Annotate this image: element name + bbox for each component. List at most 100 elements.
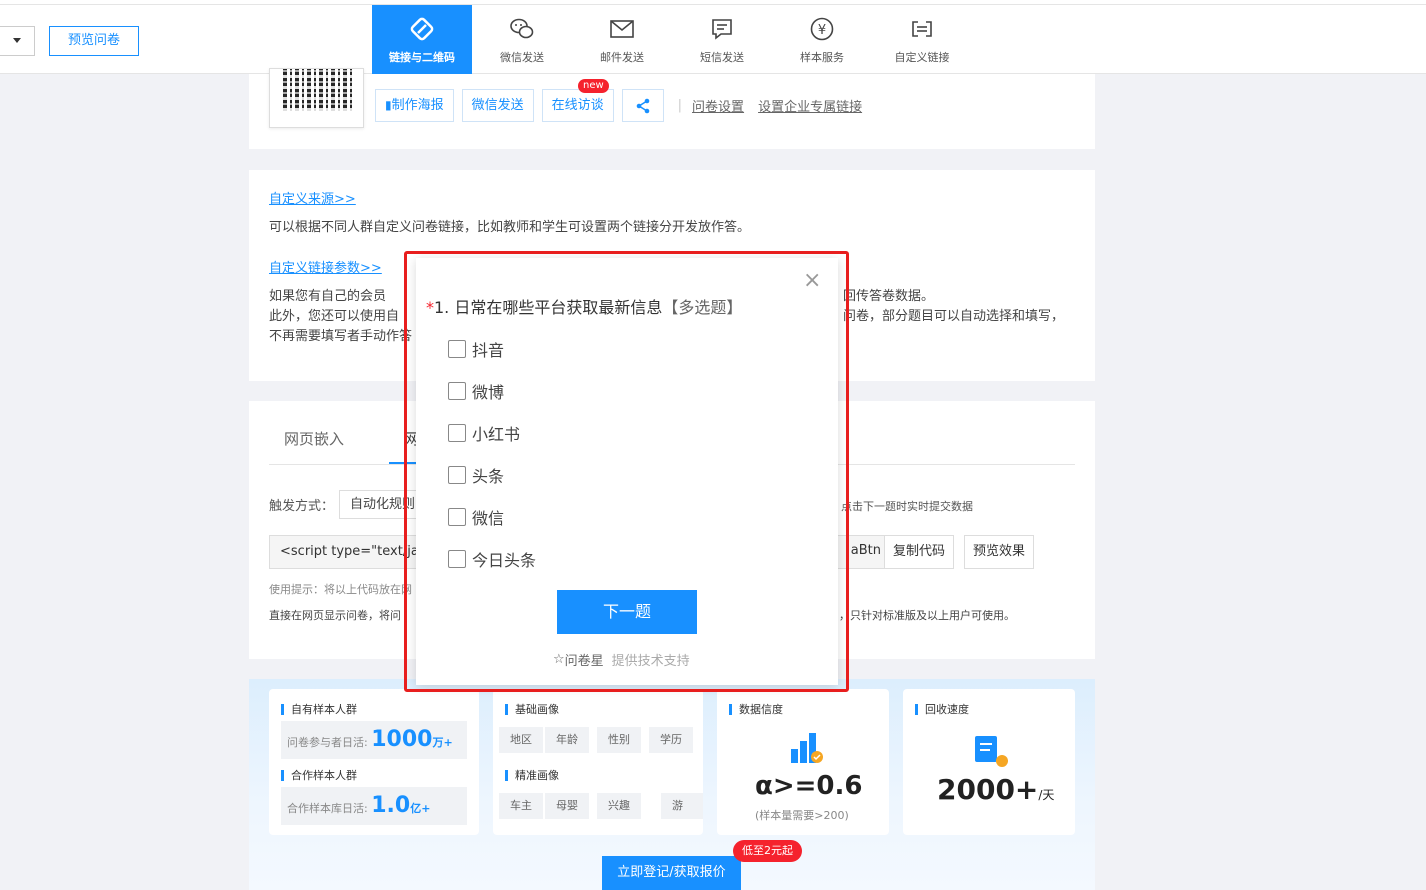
nav-label: 链接与二维码 bbox=[389, 51, 455, 64]
usage-hint: 使用提示：将以上代码放在网 bbox=[269, 583, 412, 596]
qr-code[interactable] bbox=[269, 68, 364, 128]
embed-desc-right: ，只针对标准版及以上用户可使用。 bbox=[839, 609, 1015, 622]
reliability-card: 数据信度 α>=0.6 (样本量需要>200) bbox=[717, 689, 889, 835]
register-quote-button[interactable]: 立即登记/获取报价 bbox=[602, 856, 741, 890]
brand-name: 问卷星 bbox=[564, 654, 604, 669]
close-icon[interactable]: × bbox=[803, 270, 821, 292]
partner-daily-row: 合作样本库日活: 1.0亿+ bbox=[281, 787, 467, 825]
speed-unit: /天 bbox=[1038, 788, 1055, 802]
trigger-note: 点击下一题时实时提交数据 bbox=[841, 500, 973, 513]
document-speed-icon bbox=[975, 736, 1008, 767]
question-title: *1. 日常在哪些平台获取最新信息【多选题】 bbox=[426, 294, 742, 318]
tag-age: 年龄 bbox=[545, 727, 589, 753]
custom-source-desc: 可以根据不同人群自定义问卷链接，比如教师和学生可设置两个链接分开发放作答。 bbox=[269, 220, 751, 235]
own-daily-row: 问卷参与者日活: 1000万+ bbox=[281, 721, 467, 759]
own-daily-unit: 万+ bbox=[432, 736, 453, 749]
nav-label: 样本服务 bbox=[800, 51, 844, 64]
reliability-heading: 数据信度 bbox=[729, 701, 783, 717]
qr-pattern-mask bbox=[283, 69, 353, 111]
nav-link-qrcode[interactable]: 链接与二维码 bbox=[372, 5, 472, 75]
share-actions: ▮制作海报 微信发送 在线访谈 new | 问卷设置 设置企业专属链接 bbox=[375, 79, 862, 122]
yen-icon: ¥ bbox=[808, 15, 836, 43]
poster-label: 制作海报 bbox=[391, 98, 444, 113]
speed-value: 2000+/天 bbox=[937, 773, 1054, 806]
nav-label: 短信发送 bbox=[700, 51, 744, 64]
nav-sms[interactable]: 短信发送 bbox=[672, 5, 772, 75]
precise-portrait-heading: 精准画像 bbox=[505, 767, 559, 783]
tag-region: 地区 bbox=[499, 727, 543, 753]
option-wechat[interactable]: 微信 bbox=[448, 505, 504, 529]
option-weibo[interactable]: 微博 bbox=[448, 379, 504, 403]
preview-effect-button[interactable]: 预览效果 bbox=[964, 535, 1034, 569]
link-icon bbox=[408, 15, 436, 43]
checkbox[interactable] bbox=[448, 466, 466, 484]
partner-sample-heading: 合作样本人群 bbox=[281, 767, 357, 783]
param-desc-line1b: 回传答卷数据。 bbox=[843, 289, 935, 304]
partner-daily-label: 合作样本库日活: bbox=[287, 802, 368, 815]
tag-car-owner: 车主 bbox=[499, 793, 543, 819]
param-desc-line2b: 问卷，部分题目可以自动选择和填写， bbox=[843, 309, 1065, 324]
online-interview-button[interactable]: 在线访谈 new bbox=[541, 79, 614, 122]
survey-preview-modal: × *1. 日常在哪些平台获取最新信息【多选题】 抖音 微博 小红书 头条 微信… bbox=[416, 258, 838, 685]
poster-icon: ▮ bbox=[385, 98, 392, 112]
speed-number: 2000+ bbox=[937, 773, 1039, 806]
top-toolbar: 预览问卷 链接与二维码 微信发送 邮件发送 短信发送 ¥ 样本服务 自定义链接 bbox=[0, 4, 1426, 75]
param-desc-line2a: 此外，您还可以使用自 bbox=[269, 309, 400, 324]
own-sample-card: 自有样本人群 问卷参与者日活: 1000万+ 合作样本人群 合作样本库日活: 1… bbox=[269, 689, 479, 835]
checkbox[interactable] bbox=[448, 550, 466, 568]
wechat-send-button[interactable]: 微信发送 bbox=[461, 89, 534, 122]
copy-code-button[interactable]: 复制代码 bbox=[884, 535, 954, 569]
option-label: 头条 bbox=[472, 467, 505, 486]
dropdown-button[interactable] bbox=[0, 26, 35, 56]
checkbox[interactable] bbox=[448, 340, 466, 358]
option-label: 小红书 bbox=[472, 425, 521, 444]
preview-survey-button[interactable]: 预览问卷 bbox=[49, 26, 139, 56]
embed-desc: 直接在网页显示问卷，将问 bbox=[269, 609, 401, 622]
alpha-value: α>=0.6 bbox=[755, 771, 863, 801]
tab-web-embed[interactable]: 网页嵌入 bbox=[269, 423, 359, 464]
own-daily-number: 1000 bbox=[371, 727, 433, 752]
tag-interest: 兴趣 bbox=[597, 793, 641, 819]
portrait-card: 基础画像 地区 年龄 性别 学历 精准画像 车主 母婴 兴趣 游戏 bbox=[493, 689, 703, 835]
custom-link-icon bbox=[908, 15, 936, 43]
option-xiaohongshu[interactable]: 小红书 bbox=[448, 421, 520, 445]
speed-card: 回收速度 2000+/天 bbox=[903, 689, 1075, 835]
interview-label: 在线访谈 bbox=[551, 98, 604, 113]
option-label: 微博 bbox=[472, 383, 505, 402]
nav-sample-service[interactable]: ¥ 样本服务 bbox=[772, 5, 872, 75]
tag-mother-baby: 母婴 bbox=[545, 793, 589, 819]
share-button[interactable] bbox=[621, 89, 664, 122]
checkbox[interactable] bbox=[448, 508, 466, 526]
alpha-note: (样本量需要>200) bbox=[755, 809, 849, 822]
required-mark: * bbox=[426, 298, 434, 317]
nav-wechat[interactable]: 微信发送 bbox=[472, 5, 572, 75]
nav-label: 邮件发送 bbox=[600, 51, 644, 64]
option-label: 今日头条 bbox=[472, 551, 537, 570]
option-jinri-toutiao[interactable]: 今日头条 bbox=[448, 547, 536, 571]
checkbox[interactable] bbox=[448, 424, 466, 442]
caret-down-icon bbox=[13, 38, 21, 43]
own-sample-heading: 自有样本人群 bbox=[281, 701, 357, 717]
trigger-label: 触发方式： bbox=[269, 499, 335, 514]
svg-text:¥: ¥ bbox=[818, 23, 826, 38]
send-nav: 链接与二维码 微信发送 邮件发送 短信发送 ¥ 样本服务 自定义链接 bbox=[372, 5, 972, 75]
question-type: 【多选题】 bbox=[662, 298, 743, 317]
tag-gender: 性别 bbox=[597, 727, 641, 753]
option-toutiao[interactable]: 头条 bbox=[448, 463, 504, 487]
next-question-button[interactable]: 下一题 bbox=[557, 590, 697, 634]
option-label: 微信 bbox=[472, 509, 505, 528]
star-icon: ☆ bbox=[553, 652, 565, 667]
checkbox[interactable] bbox=[448, 382, 466, 400]
enterprise-link[interactable]: 设置企业专属链接 bbox=[758, 96, 862, 115]
nav-email[interactable]: 邮件发送 bbox=[572, 5, 672, 75]
divider: | bbox=[677, 98, 683, 113]
new-badge: new bbox=[577, 79, 609, 93]
option-douyin[interactable]: 抖音 bbox=[448, 337, 504, 361]
survey-settings-link[interactable]: 问卷设置 bbox=[692, 96, 744, 115]
custom-source-link[interactable]: 自定义来源>> bbox=[269, 190, 1075, 210]
option-label: 抖音 bbox=[472, 341, 505, 360]
nav-label: 自定义链接 bbox=[894, 51, 950, 64]
nav-custom-link[interactable]: 自定义链接 bbox=[872, 5, 972, 75]
nav-label: 微信发送 bbox=[500, 51, 544, 64]
make-poster-button[interactable]: ▮制作海报 bbox=[375, 89, 454, 122]
